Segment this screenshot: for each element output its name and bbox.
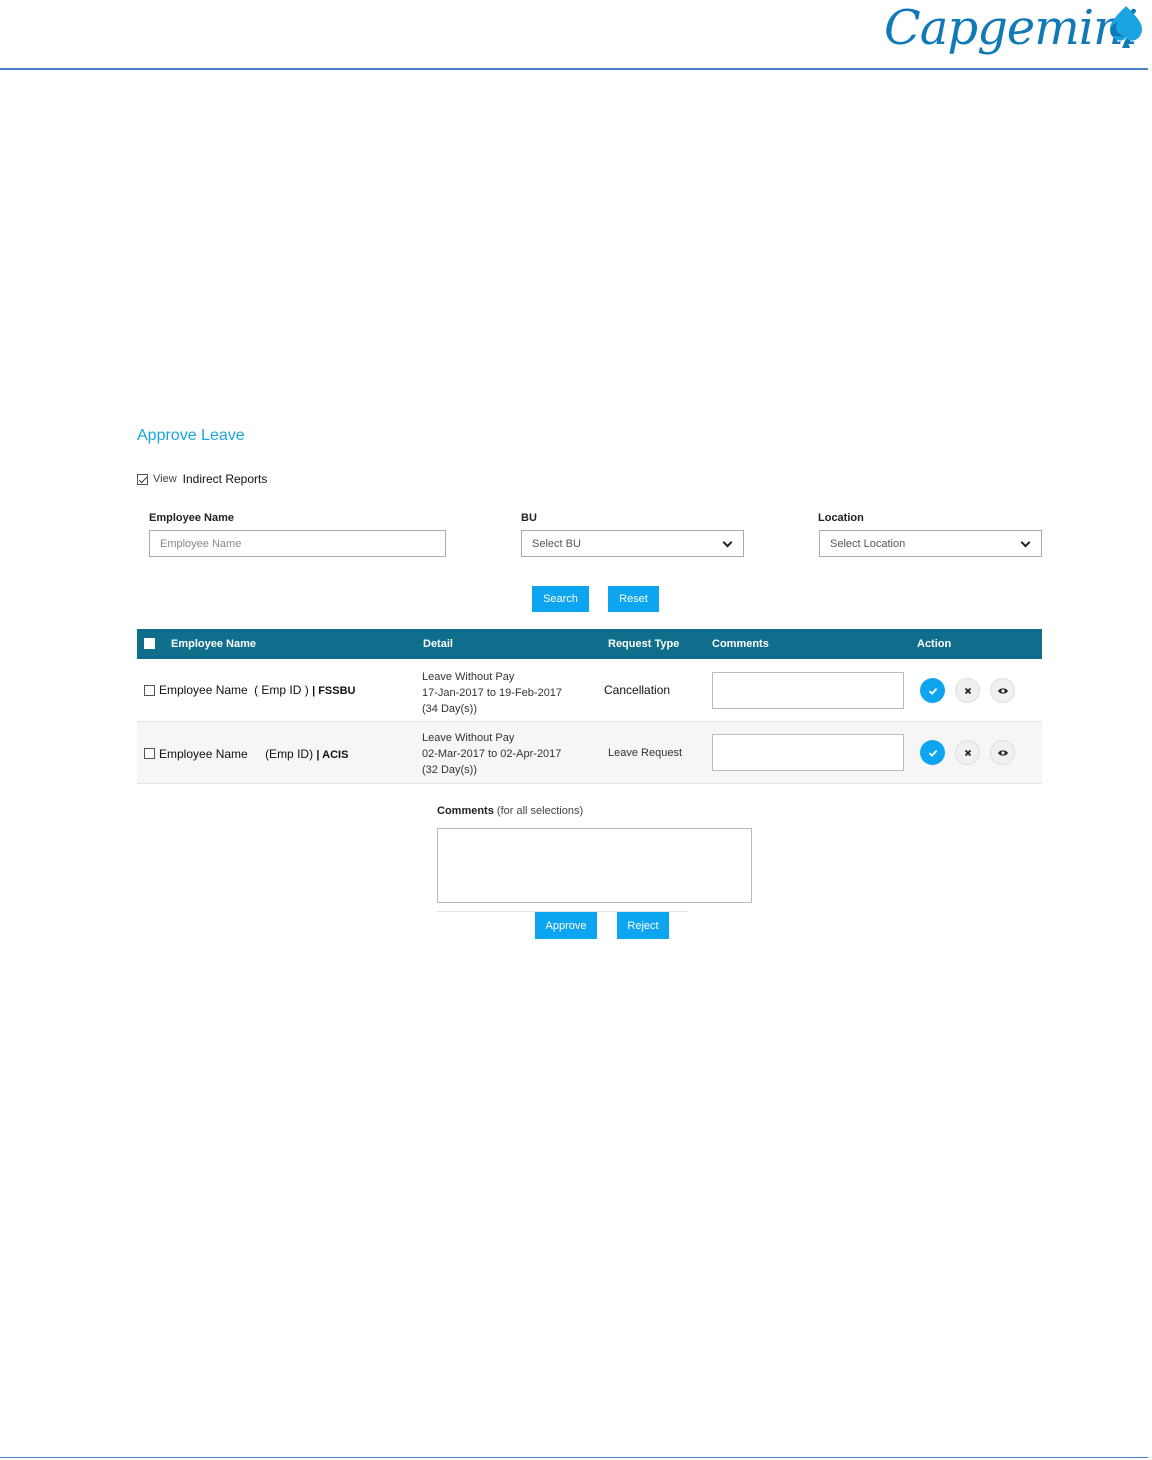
- row-comment-input[interactable]: [712, 734, 904, 771]
- employee-cell: Employee Name (Emp ID) | ACIS: [159, 747, 348, 761]
- leave-dates: 17-Jan-2017 to 19-Feb-2017: [422, 687, 563, 699]
- leave-type: Leave Without Pay: [422, 732, 515, 744]
- row-comment-input[interactable]: [712, 672, 904, 709]
- reject-button[interactable]: Reject: [617, 912, 669, 939]
- view-row-button[interactable]: [990, 740, 1015, 765]
- spade-logo-icon: [1109, 6, 1143, 48]
- employee-name: Employee Name: [159, 683, 248, 697]
- bu-selected-value: Select BU: [532, 537, 581, 550]
- employee-id: (Emp ID): [265, 747, 314, 761]
- close-icon: [964, 687, 971, 694]
- eye-icon: [997, 687, 1008, 694]
- eye-icon: [997, 749, 1008, 756]
- employee-name-input[interactable]: [160, 537, 445, 550]
- select-all-checkbox[interactable]: [144, 638, 155, 649]
- bulk-comments-title: Comments: [437, 805, 494, 817]
- table-row: Employee Name (Emp ID) | ACIS Leave With…: [137, 722, 1042, 784]
- employee-name-label: Employee Name: [149, 512, 234, 524]
- detail-cell: Leave Without Pay 17-Jan-2017 to 19-Feb-…: [422, 669, 562, 717]
- bulk-comments-input[interactable]: [437, 828, 752, 903]
- request-type: Leave Request: [608, 747, 682, 759]
- location-selected-value: Select Location: [830, 537, 906, 550]
- leave-days: (32 Day(s)): [422, 764, 478, 776]
- chevron-down-icon: [1020, 537, 1031, 548]
- employee-name-field-wrap: [149, 530, 446, 557]
- detail-cell: Leave Without Pay 02-Mar-2017 to 02-Apr-…: [422, 730, 561, 778]
- employee-id: ( Emp ID ): [254, 683, 309, 697]
- location-label: Location: [818, 512, 864, 524]
- page-title: Approve Leave: [137, 427, 245, 444]
- request-type: Cancellation: [604, 683, 671, 697]
- col-action: Action: [917, 638, 952, 650]
- bu-label: BU: [521, 512, 537, 524]
- row-divider: [137, 783, 1042, 784]
- leave-type: Leave Without Pay: [422, 671, 515, 683]
- capgemini-logo: Capgemini: [884, 2, 1150, 66]
- check-icon: [928, 687, 937, 695]
- check-icon: [928, 749, 937, 757]
- col-request-type: Request Type: [608, 638, 680, 650]
- search-button[interactable]: Search: [532, 586, 589, 612]
- header-rule: [0, 68, 1148, 70]
- logo-wordmark: Capgemini: [884, 0, 1138, 56]
- approve-button[interactable]: Approve: [535, 912, 597, 939]
- leave-dates: 02-Mar-2017 to 02-Apr-2017: [422, 748, 562, 760]
- employee-bu: | FSSBU: [312, 685, 356, 697]
- reset-button[interactable]: Reset: [608, 586, 659, 612]
- row-select-checkbox[interactable]: [144, 748, 155, 759]
- indirect-reports-label: Indirect Reports: [182, 472, 268, 486]
- bulk-comments-sub: (for all selections): [496, 805, 584, 817]
- footer-rule: [0, 1457, 1148, 1458]
- table-header: Employee Name Detail Request Type Commen…: [137, 629, 1042, 659]
- bu-select[interactable]: Select BU: [521, 530, 744, 557]
- leave-days: (34 Day(s)): [422, 703, 478, 715]
- approve-row-button[interactable]: [920, 678, 945, 703]
- chevron-down-icon: [722, 537, 733, 548]
- reject-row-button[interactable]: [955, 678, 980, 703]
- employee-cell: Employee Name ( Emp ID ) | FSSBU: [159, 683, 356, 697]
- view-row-button[interactable]: [990, 678, 1015, 703]
- employee-name: Employee Name: [159, 747, 248, 761]
- view-label: View: [153, 473, 177, 485]
- reject-row-button[interactable]: [955, 740, 980, 765]
- row-select-checkbox[interactable]: [144, 685, 155, 696]
- close-icon: [964, 749, 971, 756]
- location-select[interactable]: Select Location: [819, 530, 1042, 557]
- employee-bu: | ACIS: [316, 749, 349, 761]
- approve-row-button[interactable]: [920, 740, 945, 765]
- col-comments: Comments: [712, 638, 769, 650]
- table-row: Employee Name ( Emp ID ) | FSSBU Leave W…: [137, 659, 1042, 721]
- view-indirect-reports: View Indirect Reports: [137, 471, 267, 487]
- col-employee-name: Employee Name: [171, 638, 256, 650]
- view-indirect-checkbox[interactable]: [137, 473, 148, 485]
- bulk-comments-label: Comments (for all selections): [437, 805, 583, 817]
- col-detail: Detail: [423, 638, 453, 650]
